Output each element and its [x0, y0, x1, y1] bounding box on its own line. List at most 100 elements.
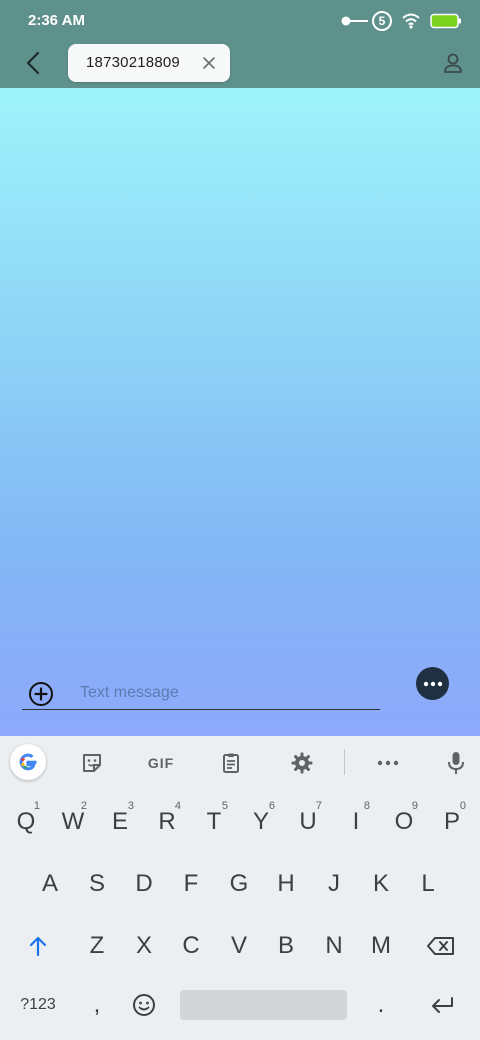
key-label: K: [372, 870, 389, 897]
key-a[interactable]: A: [30, 858, 70, 910]
key-hint: 5: [221, 800, 228, 812]
settings-icon: [291, 752, 313, 774]
period-key[interactable]: .: [361, 979, 401, 1031]
contact-button[interactable]: [442, 50, 464, 76]
key-label: C: [182, 932, 200, 959]
key-label: Q: [16, 808, 36, 835]
close-icon[interactable]: [202, 56, 216, 70]
conversation-area: [0, 88, 480, 736]
shift-arrow-icon: [29, 936, 47, 957]
mic-icon: [448, 752, 464, 774]
key-e[interactable]: E3: [100, 796, 140, 848]
key-y[interactable]: Y6: [241, 796, 281, 848]
key-hint: 7: [315, 800, 322, 812]
key-label: N: [325, 932, 343, 959]
recipient-chip[interactable]: 18730218809: [68, 44, 230, 82]
key-g[interactable]: G: [219, 858, 259, 910]
backspace-key[interactable]: [418, 920, 464, 972]
key-x[interactable]: X: [124, 920, 164, 972]
key-v[interactable]: V: [219, 920, 259, 972]
sticker-icon: [83, 754, 101, 772]
add-attachment-button[interactable]: [28, 681, 54, 707]
key-p[interactable]: P0: [432, 796, 472, 848]
header: 2:36 AM 5 18730218809: [0, 0, 480, 88]
key-o[interactable]: O9: [384, 796, 424, 848]
key-t[interactable]: T5: [194, 796, 234, 848]
key-m[interactable]: M: [361, 920, 401, 972]
key-f[interactable]: F: [171, 858, 211, 910]
more-options-button[interactable]: [416, 667, 449, 700]
person-icon: [444, 53, 462, 73]
key-label: H: [277, 870, 295, 897]
key-r[interactable]: R4: [147, 796, 187, 848]
back-button[interactable]: [20, 48, 48, 78]
key-k[interactable]: K: [361, 858, 401, 910]
emoji-key[interactable]: [124, 979, 164, 1031]
clipboard-icon: [223, 753, 239, 773]
key-label: M: [371, 932, 391, 959]
enter-key[interactable]: [420, 979, 464, 1031]
key-label: J: [328, 870, 340, 897]
key-s[interactable]: S: [77, 858, 117, 910]
gif-button[interactable]: GIF: [140, 747, 182, 779]
key-label: I: [352, 808, 360, 835]
key-n[interactable]: N: [314, 920, 354, 972]
key-hint: 8: [363, 800, 370, 812]
keyboard: G I F Q 1 W 2 E 3 R 4 T 5 Y 6 U 7 I 8 O 9 …: [0, 736, 480, 1040]
google-button[interactable]: [10, 744, 46, 780]
back-arrow-icon: [26, 51, 40, 75]
wifi-icon: [402, 13, 420, 29]
key-hint: 4: [174, 800, 181, 812]
key-u[interactable]: U7: [288, 796, 328, 848]
message-input[interactable]: [80, 680, 370, 706]
more-tools-button[interactable]: [372, 747, 404, 779]
key-hint: 9: [411, 800, 418, 812]
key-label: U: [299, 808, 317, 835]
mic-button[interactable]: [440, 747, 472, 779]
clipboard-button[interactable]: [215, 747, 247, 779]
space-bar[interactable]: [180, 990, 347, 1020]
key-label: Z: [89, 932, 105, 959]
key-label: D: [135, 870, 153, 897]
key-hint: 0: [459, 800, 466, 812]
gif-icon: GIF: [147, 755, 175, 771]
key-z[interactable]: Z: [77, 920, 117, 972]
emoji-icon: [133, 994, 155, 1016]
key-hint: 3: [127, 800, 134, 812]
battery-icon: [430, 13, 461, 29]
google-icon: [19, 753, 37, 771]
comma-key[interactable]: ,: [77, 979, 117, 1031]
key-q[interactable]: Q1: [6, 796, 46, 848]
key-c[interactable]: C: [171, 920, 211, 972]
key-w[interactable]: W2: [53, 796, 93, 848]
messaging-screen: 2:36 AM 5 18730218809 Text message GIF Q…: [0, 0, 480, 1040]
key-d[interactable]: D: [124, 858, 164, 910]
sticker-button[interactable]: [76, 747, 108, 779]
key-h[interactable]: H: [266, 858, 306, 910]
key-label: O: [394, 808, 414, 835]
settings-button[interactable]: [286, 747, 318, 779]
key-i[interactable]: I8: [336, 796, 376, 848]
key-label: A: [41, 870, 58, 897]
status-time: 2:36 AM: [28, 12, 85, 29]
key-b[interactable]: B: [266, 920, 306, 972]
key-l[interactable]: L: [408, 858, 448, 910]
key-label: E: [111, 808, 128, 835]
symbols-key[interactable]: ?123: [12, 979, 64, 1031]
key-label: ,: [93, 991, 101, 1018]
key-label: W: [61, 808, 85, 835]
shift-key[interactable]: [18, 920, 58, 972]
key-label: ?123: [20, 996, 56, 1013]
key-label: V: [230, 932, 247, 959]
key-label: P: [443, 808, 460, 835]
key-j[interactable]: J: [314, 858, 354, 910]
key-label: L: [421, 870, 435, 897]
keyboard-toolbar: GIF: [0, 736, 480, 790]
key-icon: [341, 16, 368, 26]
key-label: R: [158, 808, 176, 835]
add-circle-icon: [29, 682, 53, 706]
backspace-icon: [427, 937, 454, 955]
key-label: Y: [252, 808, 269, 835]
key-label: F: [183, 870, 199, 897]
key-label: G: [229, 870, 249, 897]
